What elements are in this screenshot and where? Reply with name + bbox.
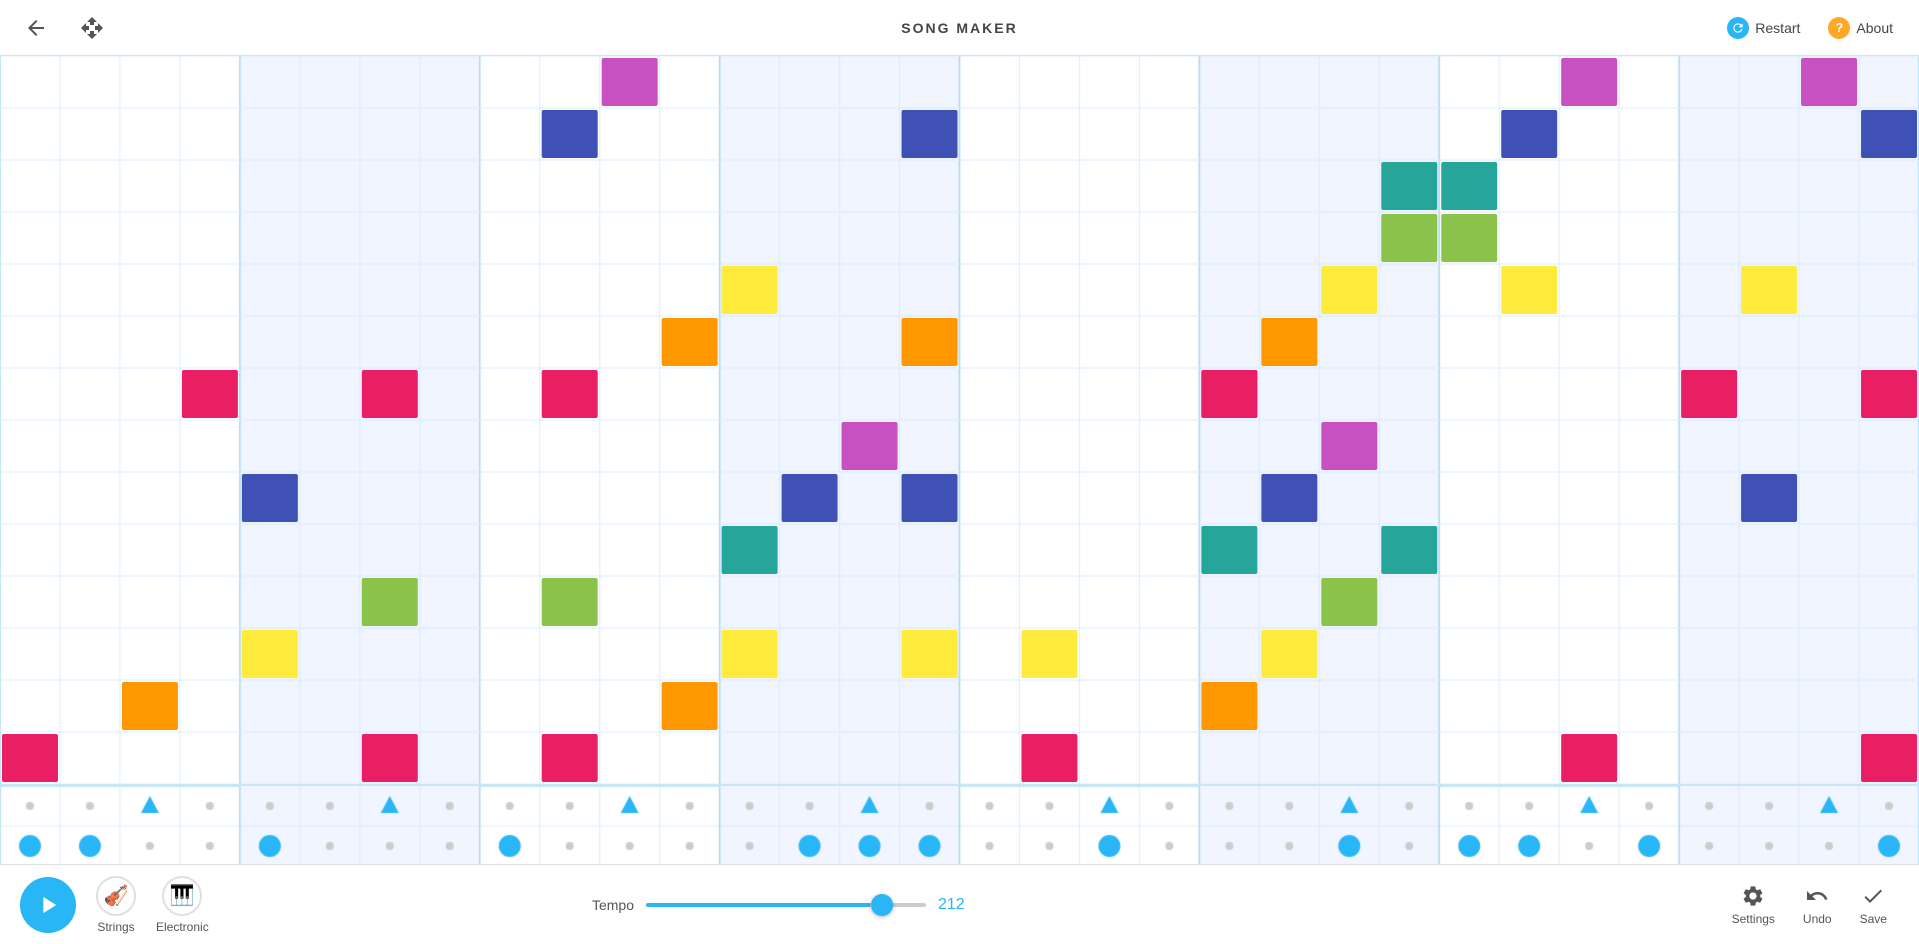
footer: 🎻 Strings 🎹 Electronic Tempo 212 Setting… — [0, 864, 1919, 944]
header-left — [16, 8, 112, 48]
tempo-label: Tempo — [592, 897, 634, 913]
move-button[interactable] — [72, 8, 112, 48]
header: SONG MAKER Restart ? About — [0, 0, 1919, 56]
tempo-section: Tempo 212 — [592, 896, 973, 914]
undo-button[interactable]: Undo — [1791, 880, 1844, 930]
header-right: Restart ? About — [1717, 11, 1903, 45]
right-actions: Settings Undo Save — [1720, 880, 1899, 930]
electronic-label: Electronic — [156, 920, 209, 934]
settings-button[interactable]: Settings — [1720, 880, 1787, 930]
tempo-value: 212 — [938, 896, 973, 914]
strings-button[interactable]: 🎻 Strings — [96, 876, 136, 934]
play-button[interactable] — [20, 877, 76, 933]
tempo-slider[interactable] — [646, 903, 926, 907]
save-label: Save — [1860, 912, 1887, 926]
settings-icon — [1741, 884, 1765, 908]
back-button[interactable] — [16, 8, 56, 48]
about-icon: ? — [1828, 17, 1850, 39]
electronic-button[interactable]: 🎹 Electronic — [156, 876, 209, 934]
undo-label: Undo — [1803, 912, 1832, 926]
restart-button[interactable]: Restart — [1717, 11, 1810, 45]
about-label: About — [1856, 20, 1893, 36]
main-grid — [0, 56, 1919, 864]
save-button[interactable]: Save — [1848, 880, 1899, 930]
percussion-container — [0, 784, 1919, 864]
about-button[interactable]: ? About — [1818, 11, 1903, 45]
restart-icon — [1727, 17, 1749, 39]
restart-label: Restart — [1755, 20, 1800, 36]
undo-icon — [1805, 884, 1829, 908]
page-title: SONG MAKER — [901, 20, 1017, 36]
electronic-icon: 🎹 — [162, 876, 202, 916]
save-icon — [1861, 884, 1885, 908]
grid-wrapper[interactable] — [0, 56, 1919, 784]
settings-label: Settings — [1732, 912, 1775, 926]
strings-icon: 🎻 — [96, 876, 136, 916]
strings-label: Strings — [97, 920, 134, 934]
